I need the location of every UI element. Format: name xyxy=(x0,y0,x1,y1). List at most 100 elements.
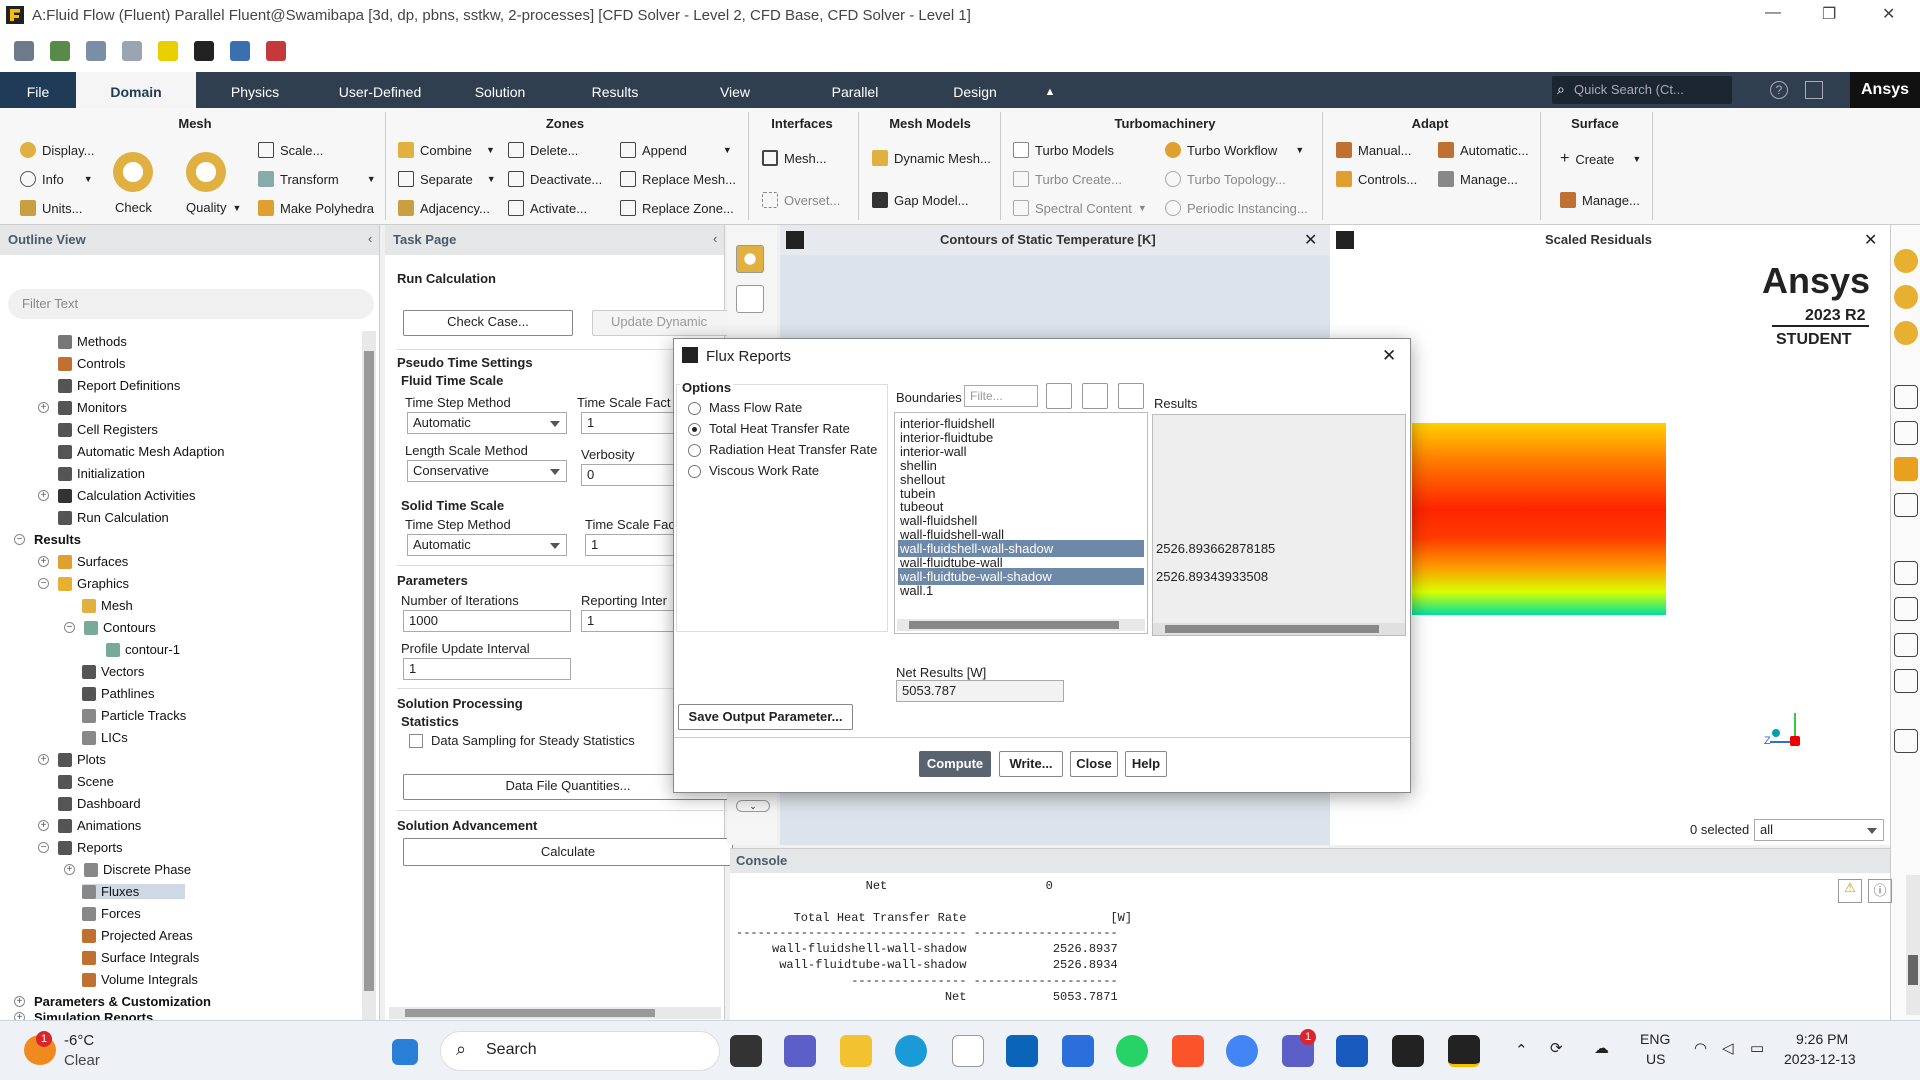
tree-item-automatic-mesh-adaption[interactable]: Automatic Mesh Adaption xyxy=(58,444,224,459)
battery-icon[interactable]: ▭ xyxy=(1750,1039,1764,1057)
adjacency-button[interactable]: Adjacency... xyxy=(398,200,490,216)
delete-button[interactable]: Delete... xyxy=(508,142,578,158)
profile-update-interval-input[interactable]: 1 xyxy=(403,658,571,680)
warning-icon[interactable]: ⚠ xyxy=(1838,879,1862,903)
store-icon[interactable] xyxy=(1062,1035,1094,1067)
volume-icon[interactable]: ◁ xyxy=(1722,1039,1734,1057)
word-icon[interactable] xyxy=(1336,1035,1368,1067)
panel-layout-icon[interactable] xyxy=(1805,81,1823,99)
results-list[interactable]: 2526.893662878185 2526.89343933508 xyxy=(1152,414,1406,636)
append-button[interactable]: Append ▼ xyxy=(620,142,732,158)
sync-icon[interactable]: ⟳ xyxy=(1550,1039,1563,1057)
calculate-button[interactable]: Calculate xyxy=(403,838,733,866)
tree-item-lics[interactable]: LICs xyxy=(82,730,128,745)
expand-toggle-icon[interactable]: + xyxy=(38,754,49,765)
turbo-models-checkbox[interactable]: Turbo Models xyxy=(1013,142,1114,158)
tree-item-cell-registers[interactable]: Cell Registers xyxy=(58,422,158,437)
teams-chat-icon[interactable] xyxy=(784,1035,816,1067)
separate-button[interactable]: Separate ▼ xyxy=(398,171,496,187)
expand-toggle-icon[interactable]: − xyxy=(14,534,25,545)
brave-icon[interactable] xyxy=(1172,1035,1204,1067)
turbo-create-button[interactable]: Turbo Create... xyxy=(1013,171,1122,187)
edge-icon[interactable] xyxy=(895,1035,927,1067)
make-polyhedra-button[interactable]: Make Polyhedra xyxy=(258,200,374,216)
periodic-instancing-button[interactable]: Periodic Instancing... xyxy=(1165,200,1308,216)
tree-item-run-calculation[interactable]: Run Calculation xyxy=(58,510,169,525)
task-horizontal-scrollbar[interactable] xyxy=(389,1007,721,1019)
tree-item-animations[interactable]: + Animations xyxy=(38,818,141,833)
mesh-display-icon[interactable] xyxy=(736,245,764,273)
option-total-heat-transfer-rate[interactable]: Total Heat Transfer Rate xyxy=(688,421,850,437)
lightning-icon[interactable] xyxy=(158,41,178,61)
start-icon[interactable] xyxy=(392,1039,418,1065)
clock-time[interactable]: 9:26 PM xyxy=(1796,1031,1848,1047)
replace-mesh-button[interactable]: Replace Mesh... xyxy=(620,171,736,187)
overset-button[interactable]: Overset... xyxy=(762,192,840,208)
tab-user-defined[interactable]: User-Defined xyxy=(320,72,440,108)
tree-item-fluxes[interactable]: Fluxes xyxy=(82,884,186,899)
tree-item-plots[interactable]: + Plots xyxy=(38,752,106,767)
time-step-method-select[interactable]: Automatic xyxy=(407,412,567,434)
spectral-content-button[interactable]: Spectral Content ▼ xyxy=(1013,200,1147,216)
console-panel[interactable]: Console Net 0 Total Heat Transfer Rate [… xyxy=(730,848,1920,1020)
expand-toggle-icon[interactable]: + xyxy=(38,556,49,567)
replace-zone-button[interactable]: Replace Zone... xyxy=(620,200,734,216)
display-button[interactable]: Display... xyxy=(20,142,95,158)
workbench-icon[interactable] xyxy=(194,41,214,61)
info-button[interactable]: Info ▼ xyxy=(20,171,93,187)
tree-item-graphics[interactable]: − Graphics xyxy=(38,576,129,591)
save-output-parameter-button[interactable]: Save Output Parameter... xyxy=(678,704,853,730)
tree-item-surface-integrals[interactable]: Surface Integrals xyxy=(82,950,199,965)
select-all-icon[interactable] xyxy=(1082,383,1108,409)
collapse-panel-icon[interactable]: ‹ xyxy=(368,231,372,246)
tree-item-parameters-customization[interactable]: + Parameters & Customization xyxy=(14,994,211,1009)
option-viscous-work-rate[interactable]: Viscous Work Rate xyxy=(688,463,819,479)
view-side-icon[interactable] xyxy=(1894,285,1918,309)
results-scrollbar[interactable] xyxy=(1153,623,1405,635)
info-icon[interactable]: ⓘ xyxy=(1868,879,1892,903)
tab-design[interactable]: Design xyxy=(930,72,1020,108)
gap-model-button[interactable]: Gap Model... xyxy=(872,192,968,208)
adapt-controls-button[interactable]: Controls... xyxy=(1336,171,1417,187)
close-residuals-icon[interactable]: ✕ xyxy=(1864,230,1877,250)
cloud-icon[interactable]: ☁ xyxy=(1594,1039,1609,1057)
expand-toggle-icon[interactable]: − xyxy=(64,622,75,633)
surface-manage-button[interactable]: Manage... xyxy=(1560,192,1640,208)
fluent-taskbar-icon[interactable] xyxy=(1448,1035,1480,1067)
legend-icon[interactable] xyxy=(1894,669,1918,693)
tab-view[interactable]: View xyxy=(690,72,780,108)
clock-date[interactable]: 2023-12-13 xyxy=(1784,1051,1856,1067)
tab-parallel[interactable]: Parallel xyxy=(810,72,900,108)
outline-scrollbar[interactable] xyxy=(362,331,376,1021)
filter-match-icon[interactable] xyxy=(1046,383,1072,409)
collapse-ribbon-icon[interactable]: ▲ xyxy=(1040,72,1060,108)
update-dynamic-mesh-button[interactable]: Update Dynamic Mes xyxy=(592,310,732,336)
expand-toggle-icon[interactable]: + xyxy=(38,402,49,413)
dynamic-mesh-button[interactable]: Dynamic Mesh... xyxy=(872,150,991,166)
option-radiation-heat-transfer-rate[interactable]: Radiation Heat Transfer Rate xyxy=(688,442,877,458)
boundaries-scrollbar[interactable] xyxy=(897,619,1145,631)
wifi-icon[interactable]: ◠ xyxy=(1694,1039,1707,1057)
deselect-all-icon[interactable] xyxy=(1118,383,1144,409)
scale-button[interactable]: Scale... xyxy=(258,142,323,158)
close-button[interactable]: Close xyxy=(1070,751,1118,777)
expand-toggle-icon[interactable]: + xyxy=(38,490,49,501)
tree-item-reports[interactable]: − Reports xyxy=(38,840,123,855)
help-icon[interactable]: ? xyxy=(1770,81,1788,99)
tab-solution[interactable]: Solution xyxy=(455,72,545,108)
tree-item-discrete-phase[interactable]: + Discrete Phase xyxy=(64,862,191,877)
tree-item-forces[interactable]: Forces xyxy=(82,906,141,921)
tree-item-calculation-activities[interactable]: + Calculation Activities xyxy=(38,488,196,503)
maximize-icon[interactable]: ❐ xyxy=(1822,4,1836,24)
language-label[interactable]: ENG xyxy=(1640,1031,1670,1047)
tab-file[interactable]: File xyxy=(0,72,76,108)
console-scrollbar[interactable] xyxy=(1906,875,1920,1015)
tree-item-volume-integrals[interactable]: Volume Integrals xyxy=(82,972,198,987)
selection-filter-select[interactable]: all xyxy=(1754,819,1884,841)
check-button[interactable]: Check xyxy=(115,200,152,215)
expand-toggle-icon[interactable]: + xyxy=(64,864,75,875)
collapse-task-icon[interactable]: ‹ xyxy=(713,231,717,246)
tree-item-vectors[interactable]: Vectors xyxy=(82,664,144,679)
eye-icon[interactable] xyxy=(1894,385,1918,409)
activate-button[interactable]: Activate... xyxy=(508,200,587,216)
